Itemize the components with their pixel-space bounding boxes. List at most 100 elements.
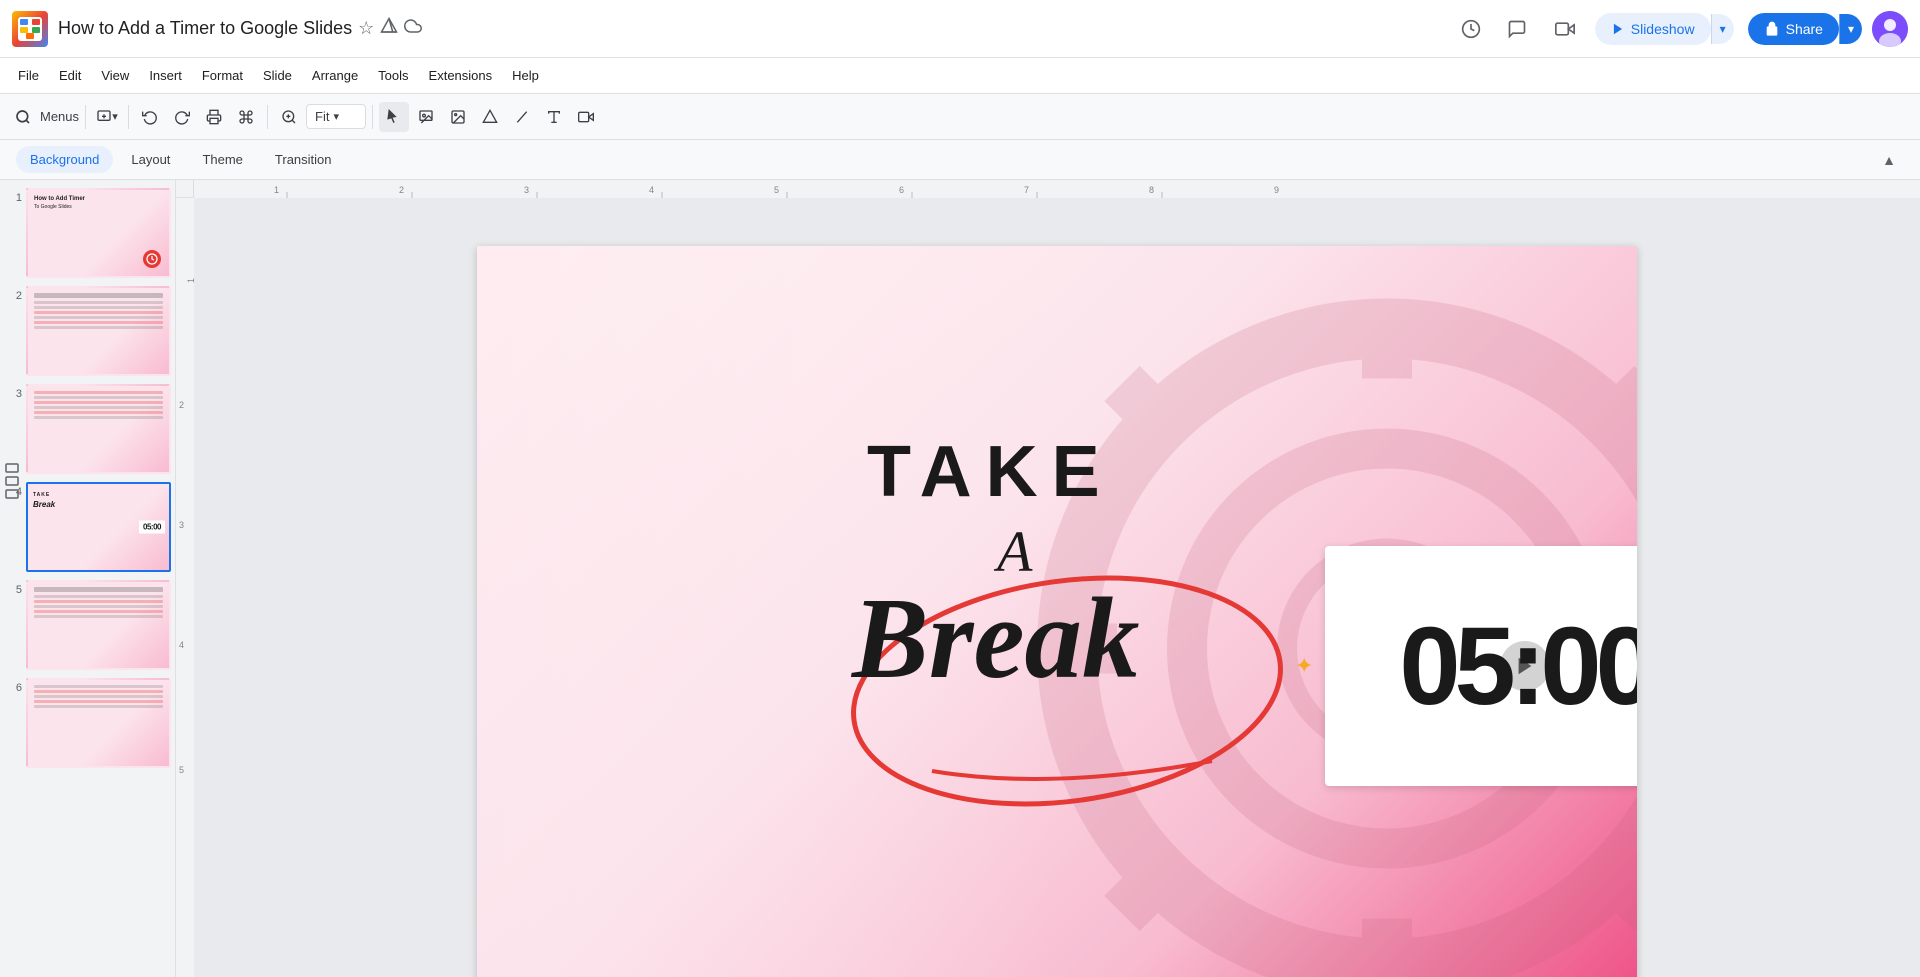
menu-bar: File Edit View Insert Format Slide Arran… (0, 58, 1920, 94)
share-button[interactable]: Share (1748, 13, 1839, 45)
slide-thumbnail-2[interactable]: 2 (4, 286, 171, 376)
slide-1-title: How to Add TimerTo Google Slides (34, 196, 85, 212)
cloud-save-icon[interactable] (404, 17, 422, 40)
slide-tab-bar: Background Layout Theme Transition ▲ (0, 140, 1920, 180)
menu-arrange[interactable]: Arrange (302, 64, 368, 87)
new-slide-button[interactable]: ▾ (92, 102, 122, 132)
present-button[interactable] (1545, 11, 1585, 47)
app-logo (12, 11, 48, 47)
slide-thumb-4[interactable]: TAKE Break 05:00 (26, 482, 171, 572)
canvas-inner: TAKE A Brea (194, 198, 1920, 977)
slide-thumb-1[interactable]: How to Add TimerTo Google Slides (26, 188, 171, 278)
tab-theme[interactable]: Theme (188, 146, 256, 173)
slide-panel: 1 How to Add TimerTo Google Slides 2 (0, 180, 176, 977)
textbox-button[interactable] (539, 102, 569, 132)
version-history-button[interactable] (1453, 11, 1489, 47)
doc-title-area: How to Add a Timer to Google Slides ☆ (58, 17, 1453, 40)
menu-format[interactable]: Format (192, 64, 253, 87)
svg-text:4: 4 (179, 640, 184, 650)
comments-button[interactable] (1499, 11, 1535, 47)
slideshow-button[interactable]: Slideshow (1595, 13, 1711, 45)
zoom-button[interactable] (274, 102, 304, 132)
tab-collapse-button[interactable]: ▲ (1874, 145, 1904, 175)
slide-3-content (34, 391, 163, 421)
embed-button[interactable] (571, 102, 601, 132)
slide-thumb-3[interactable] (26, 384, 171, 474)
canvas-scroll-area[interactable]: 1 2 3 4 5 (176, 198, 1920, 977)
menu-view[interactable]: View (91, 64, 139, 87)
menu-file[interactable]: File (8, 64, 49, 87)
zoom-dropdown-icon: ▾ (333, 110, 339, 123)
toolbar-sep-1 (85, 105, 86, 129)
slideshow-button-wrap: Slideshow ▾ (1595, 13, 1734, 45)
slide-number-3: 3 (4, 384, 22, 400)
move-cursor-icon[interactable]: ✦ (1295, 653, 1313, 679)
slide-1-clock-icon (143, 250, 161, 268)
select-tool-button[interactable] (379, 102, 409, 132)
menu-insert[interactable]: Insert (139, 64, 192, 87)
slide-4-timer: 05:00 (139, 521, 165, 534)
slide-thumbnail-4[interactable]: 4 TAKE Break 05:00 (4, 482, 171, 572)
slideshow-dropdown-button[interactable]: ▾ (1711, 14, 1734, 44)
doc-title[interactable]: How to Add a Timer to Google Slides (58, 18, 352, 39)
zoom-select[interactable]: Fit ▾ (306, 104, 366, 129)
slide-thumb-6[interactable] (26, 678, 171, 768)
main-layout: 1 How to Add TimerTo Google Slides 2 (0, 180, 1920, 977)
svg-text:7: 7 (1024, 185, 1029, 195)
tab-transition[interactable]: Transition (261, 146, 346, 173)
ruler-vertical: 1 2 3 4 5 (176, 198, 194, 977)
svg-text:5: 5 (179, 765, 184, 775)
svg-text:3: 3 (524, 185, 529, 195)
take-text: TAKE (867, 431, 1114, 513)
slide-2-content (34, 293, 163, 331)
toolbar-sep-3 (267, 105, 268, 129)
paint-format-button[interactable] (231, 102, 261, 132)
print-button[interactable] (199, 102, 229, 132)
slide-6-content (34, 685, 163, 710)
title-bar: How to Add a Timer to Google Slides ☆ Sl… (0, 0, 1920, 58)
menu-tools[interactable]: Tools (368, 64, 418, 87)
menu-edit[interactable]: Edit (49, 64, 91, 87)
main-canvas-wrap: 1 2 3 4 5 6 7 8 9 (176, 180, 1920, 977)
tab-background[interactable]: Background (16, 146, 113, 173)
menus-label[interactable]: Menus (40, 109, 79, 124)
slide-thumbnail-1[interactable]: 1 How to Add TimerTo Google Slides (4, 188, 171, 278)
slide-thumb-5[interactable] (26, 580, 171, 670)
zoom-value: Fit (315, 109, 329, 124)
line-button[interactable] (507, 102, 537, 132)
share-dropdown-button[interactable]: ▾ (1839, 14, 1862, 44)
timer-widget[interactable]: ✦ 05:00 (1325, 546, 1637, 786)
shape-button[interactable] (475, 102, 505, 132)
toolbar-menus-group: Menus (8, 102, 79, 132)
menu-help[interactable]: Help (502, 64, 549, 87)
break-text: Break (852, 561, 1282, 696)
avatar[interactable] (1872, 11, 1908, 47)
svg-text:2: 2 (179, 400, 184, 410)
slide-canvas[interactable]: TAKE A Brea (477, 246, 1637, 977)
tab-layout[interactable]: Layout (117, 146, 184, 173)
search-menus-icon[interactable] (8, 102, 38, 132)
undo-button[interactable] (135, 102, 165, 132)
star-icon[interactable]: ☆ (358, 18, 374, 39)
drive-icon[interactable] (380, 17, 398, 40)
menu-slide[interactable]: Slide (253, 64, 302, 87)
toolbar-sep-4 (372, 105, 373, 129)
slide-thumbnail-6[interactable]: 6 (4, 678, 171, 768)
svg-text:1: 1 (186, 278, 194, 283)
toolbar: Menus ▾ Fit ▾ (0, 94, 1920, 140)
move-tool-button[interactable] (411, 102, 441, 132)
slide-thumbnail-3[interactable]: 3 (4, 384, 171, 474)
slide-5-content (34, 587, 163, 620)
svg-text:1: 1 (274, 185, 279, 195)
menu-extensions[interactable]: Extensions (419, 64, 503, 87)
redo-button[interactable] (167, 102, 197, 132)
slide-thumb-2[interactable] (26, 286, 171, 376)
labels-panel-icon (4, 459, 20, 519)
image-button[interactable] (443, 102, 473, 132)
share-label: Share (1786, 21, 1823, 37)
svg-text:8: 8 (1149, 185, 1154, 195)
svg-text:3: 3 (179, 520, 184, 530)
slide-number-2: 2 (4, 286, 22, 302)
slide-thumbnail-5[interactable]: 5 (4, 580, 171, 670)
svg-text:4: 4 (649, 185, 654, 195)
